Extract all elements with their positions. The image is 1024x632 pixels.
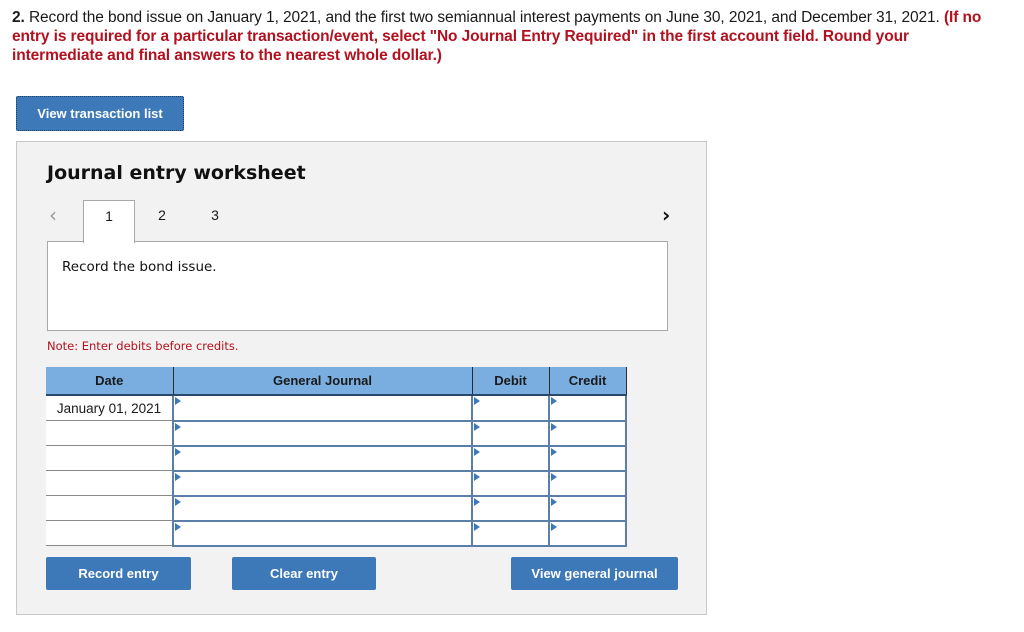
debit-input[interactable] [473, 521, 548, 545]
debit-input[interactable] [473, 421, 548, 445]
view-transaction-list-button[interactable]: View transaction list [16, 96, 184, 131]
journal-table: Date General Journal Debit Credit Januar… [46, 367, 627, 547]
credit-input[interactable] [550, 471, 625, 495]
worksheet-title: Journal entry worksheet [47, 162, 306, 184]
header-debit: Debit [471, 367, 550, 396]
account-cell[interactable] [172, 494, 473, 522]
header-general-journal: General Journal [172, 367, 473, 396]
account-input[interactable] [174, 496, 471, 520]
dropdown-marker-icon [175, 472, 181, 481]
dropdown-marker-icon [175, 397, 181, 405]
question-body: Record the bond issue on January 1, 2021… [24, 9, 944, 26]
tab-2[interactable]: 2 [136, 200, 188, 242]
table-row [46, 444, 627, 472]
dropdown-marker-icon [474, 522, 480, 531]
record-entry-button[interactable]: Record entry [46, 557, 191, 590]
debit-cell[interactable] [471, 519, 550, 547]
table-row [46, 469, 627, 497]
credit-cell[interactable] [548, 469, 627, 497]
credit-input[interactable] [550, 396, 625, 420]
account-input[interactable] [174, 471, 471, 495]
debit-cell[interactable] [471, 394, 550, 422]
debit-input[interactable] [473, 446, 548, 470]
transaction-description-text: Record the bond issue. [62, 259, 217, 275]
account-cell[interactable] [172, 419, 473, 447]
dropdown-marker-icon [175, 497, 181, 506]
debit-input[interactable] [473, 496, 548, 520]
table-row [46, 519, 627, 547]
credit-cell[interactable] [548, 494, 627, 522]
table-header-row: Date General Journal Debit Credit [46, 367, 627, 396]
account-input[interactable] [174, 421, 471, 445]
credit-cell[interactable] [548, 419, 627, 447]
account-cell[interactable] [172, 444, 473, 472]
debit-cell[interactable] [471, 469, 550, 497]
chevron-right-icon[interactable]: › [662, 203, 670, 227]
table-row [46, 419, 627, 447]
dropdown-marker-icon [474, 497, 480, 506]
chevron-left-icon[interactable]: ‹ [49, 203, 57, 227]
dropdown-marker-icon [551, 497, 557, 506]
dropdown-marker-icon [551, 397, 557, 405]
credit-input[interactable] [550, 496, 625, 520]
account-input[interactable] [174, 521, 471, 545]
date-cell [46, 420, 174, 446]
account-cell[interactable] [172, 394, 473, 422]
dropdown-marker-icon [474, 422, 480, 431]
credit-input[interactable] [550, 446, 625, 470]
tab-1[interactable]: 1 [83, 200, 135, 243]
table-row [46, 494, 627, 522]
question-text: 2. Record the bond issue on January 1, 2… [12, 8, 1002, 65]
view-general-journal-button[interactable]: View general journal [511, 557, 678, 590]
dropdown-marker-icon [551, 447, 557, 456]
dropdown-marker-icon [474, 397, 480, 405]
account-cell[interactable] [172, 469, 473, 497]
dropdown-marker-icon [474, 447, 480, 456]
debit-input[interactable] [473, 471, 548, 495]
date-cell: January 01, 2021 [46, 395, 174, 421]
credit-input[interactable] [550, 421, 625, 445]
journal-entry-worksheet-panel: Journal entry worksheet ‹ 1 2 3 › Record… [16, 141, 707, 615]
header-date: Date [46, 367, 174, 396]
clear-entry-button[interactable]: Clear entry [232, 557, 376, 590]
dropdown-marker-icon [175, 522, 181, 531]
dropdown-marker-icon [551, 522, 557, 531]
dropdown-marker-icon [175, 422, 181, 431]
date-cell [46, 520, 174, 546]
dropdown-marker-icon [551, 472, 557, 481]
credit-cell[interactable] [548, 444, 627, 472]
date-cell [46, 445, 174, 471]
debit-cell[interactable] [471, 494, 550, 522]
account-cell[interactable] [172, 519, 473, 547]
debit-input[interactable] [473, 396, 548, 420]
dropdown-marker-icon [474, 472, 480, 481]
dropdown-marker-icon [551, 422, 557, 431]
header-credit: Credit [548, 367, 627, 396]
debit-cell[interactable] [471, 419, 550, 447]
credit-cell[interactable] [548, 394, 627, 422]
table-row: January 01, 2021 [46, 394, 627, 422]
entry-note: Note: Enter debits before credits. [47, 339, 239, 353]
account-input[interactable] [174, 396, 471, 420]
credit-input[interactable] [550, 521, 625, 545]
tab-3[interactable]: 3 [189, 200, 241, 242]
credit-cell[interactable] [548, 519, 627, 547]
transaction-description: Record the bond issue. [47, 241, 668, 331]
date-cell [46, 470, 174, 496]
account-input[interactable] [174, 446, 471, 470]
dropdown-marker-icon [175, 447, 181, 456]
question-number: 2. [12, 9, 25, 26]
date-cell [46, 495, 174, 521]
debit-cell[interactable] [471, 444, 550, 472]
